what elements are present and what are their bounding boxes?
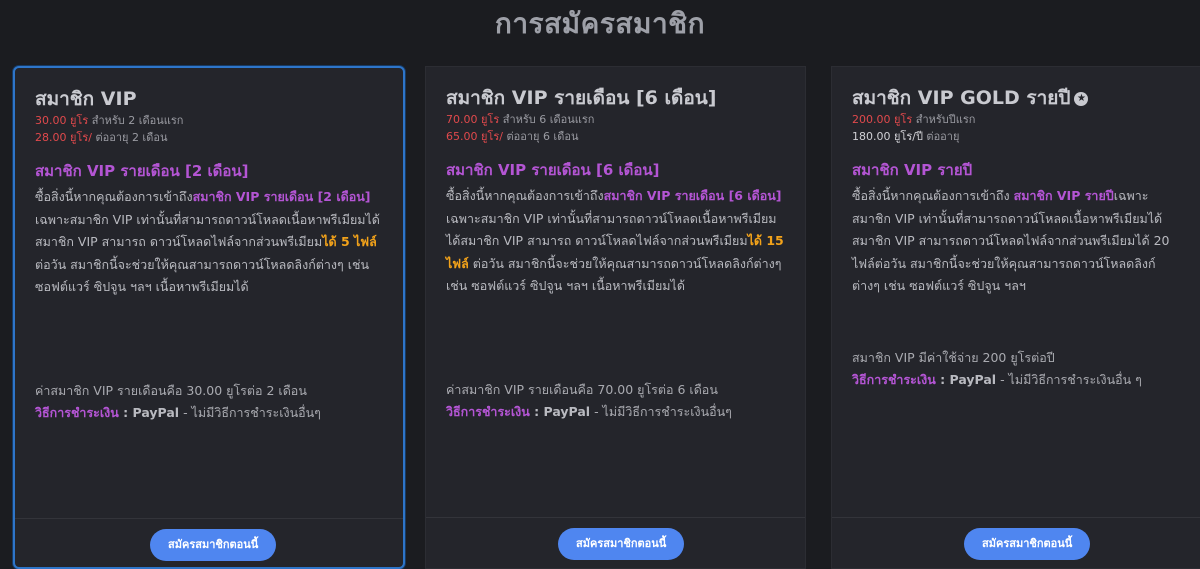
price-first: 200.00 ยูโร สำหรับปีแรก [852,113,976,126]
price-renew: 28.00 ยูโร/ ต่ออายุ 2 เดือน [35,131,168,144]
plan-subheading: สมาชิก VIP รายเดือน [6 เดือน] [446,161,660,179]
price-renew: 65.00 ยูโร/ ต่ออายุ 6 เดือน [446,130,579,143]
subscribe-button[interactable]: สมัครสมาชิกตอนนี้ [558,528,685,560]
plan-card-vip-6-months[interactable]: สมาชิก VIP รายเดือน [6 เดือน] 70.00 ยูโร… [425,66,806,569]
plan-card-vip-gold-yearly[interactable]: สมาชิก VIP GOLD รายปี ★ 200.00 ยูโร สำหรั… [831,66,1200,569]
payment-method: วิธีการชำระเงิน : PayPal - ไม่มีวิธีการช… [35,405,321,420]
plan-title: สมาชิก VIP รายเดือน [6 เดือน] [446,87,717,109]
star-icon: ★ [1074,91,1089,106]
plan-fee: ค่าสมาชิก VIP รายเดือนคือ 70.00 ยูโรต่อ … [446,382,718,397]
payment-method: วิธีการชำระเงิน : PayPal - ไม่มีวิธีการช… [446,404,732,419]
payment-method: วิธีการชำระเงิน : PayPal - ไม่มีวิธีการช… [852,372,1142,387]
subscribe-button[interactable]: สมัครสมาชิกตอนนี้ [150,529,277,561]
plan-description: ซื้อสิ่งนี้หากคุณต้องการเข้าถึงสมาชิก VI… [446,188,784,293]
plan-card-vip-2-months[interactable]: สมาชิก VIP 30.00 ยูโร สำหรับ 2 เดือนแรก … [13,66,405,569]
price-first: 30.00 ยูโร สำหรับ 2 เดือนแรก [35,114,184,127]
card-divider [426,517,805,518]
plan-title: สมาชิก VIP [35,88,137,110]
plan-subheading: สมาชิก VIP รายปี [852,161,973,179]
card-divider [15,518,403,519]
price-renew: 180.00 ยูโร/ปี ต่ออายุ [852,130,960,143]
plan-fee: ค่าสมาชิก VIP รายเดือนคือ 30.00 ยูโรต่อ … [35,383,307,398]
plan-subheading: สมาชิก VIP รายเดือน [2 เดือน] [35,162,249,180]
plan-fee: สมาชิก VIP มีค่าใช้จ่าย 200 ยูโรต่อปี [852,350,1055,365]
page-title: การสมัครสมาชิก [494,7,706,40]
plan-description: ซื้อสิ่งนี้หากคุณต้องการเข้าถึง สมาชิก V… [852,188,1170,293]
card-divider [832,517,1200,518]
plan-description: ซื้อสิ่งนี้หากคุณต้องการเข้าถึงสมาชิก VI… [35,189,380,294]
price-first: 70.00 ยูโร สำหรับ 6 เดือนแรก [446,113,595,126]
plan-title: สมาชิก VIP GOLD รายปี ★ [852,85,1182,111]
subscribe-button[interactable]: สมัครสมาชิกตอนนี้ [964,528,1091,560]
